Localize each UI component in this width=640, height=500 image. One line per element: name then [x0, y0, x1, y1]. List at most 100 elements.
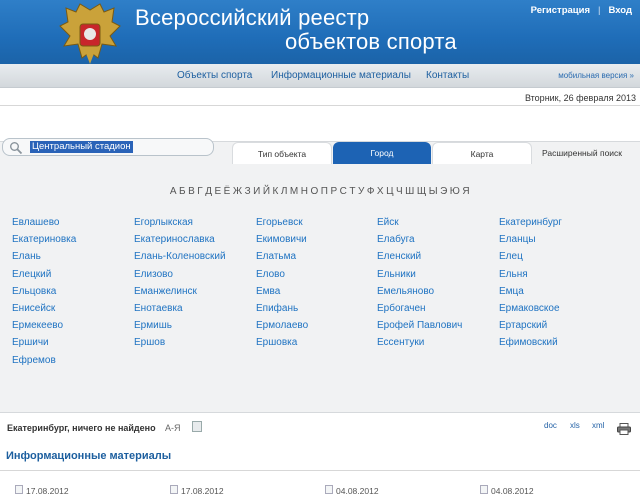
- city-link[interactable]: Елабуга: [377, 234, 415, 245]
- city-link[interactable]: Енисейск: [12, 303, 55, 314]
- city-link[interactable]: Емца: [499, 286, 524, 297]
- city-link[interactable]: Егорьевск: [256, 217, 303, 228]
- mobile-version-link[interactable]: мобильная версия »: [558, 71, 634, 80]
- city-link[interactable]: Ершов: [134, 337, 165, 348]
- city-link[interactable]: Еманжелинск: [134, 286, 197, 297]
- alphabet-letter[interactable]: Ж: [233, 186, 243, 197]
- site-title: Всероссийский реестр объектов спорта: [135, 6, 457, 54]
- export-xls-link[interactable]: xls: [570, 421, 580, 430]
- calendar-icon[interactable]: [192, 421, 202, 432]
- tab-map[interactable]: Карта: [432, 142, 532, 164]
- alphabet-letter[interactable]: П: [321, 186, 329, 197]
- city-link[interactable]: Елизово: [134, 269, 173, 280]
- city-link[interactable]: Елань: [12, 251, 41, 262]
- city-link[interactable]: Елец: [499, 251, 523, 262]
- city-link[interactable]: Елань-Коленовский: [134, 251, 226, 262]
- alphabet-letter[interactable]: К: [273, 186, 279, 197]
- alphabet-letter[interactable]: Л: [281, 186, 288, 197]
- alphabet-letter[interactable]: Т: [349, 186, 356, 197]
- alphabet-letter[interactable]: Ш: [405, 186, 415, 197]
- search-input[interactable]: Центральный стадион: [2, 138, 214, 156]
- alphabet-letter[interactable]: Э: [440, 186, 448, 197]
- alphabet-letter[interactable]: Р: [330, 186, 337, 197]
- city-link[interactable]: Ельцовка: [12, 286, 56, 297]
- alphabet-letter[interactable]: У: [358, 186, 365, 197]
- city-link[interactable]: Ершичи: [12, 337, 49, 348]
- news-date: 17.08.2012: [181, 486, 224, 496]
- city-link[interactable]: Емельяново: [377, 286, 434, 297]
- nav-item-sport-objects[interactable]: Объекты спорта: [177, 70, 252, 81]
- main-nav: Объекты спорта Информационные материалы …: [0, 64, 640, 88]
- city-link[interactable]: Ельня: [499, 269, 528, 280]
- alphabet-letter[interactable]: Е: [214, 186, 221, 197]
- alphabet-letter[interactable]: О: [310, 186, 318, 197]
- sort-az-link[interactable]: А-Я: [165, 423, 181, 433]
- city-link[interactable]: Ефремов: [12, 355, 56, 366]
- printer-icon[interactable]: [617, 423, 631, 435]
- calendar-icon: [170, 485, 178, 494]
- alphabet-letter[interactable]: Х: [377, 186, 384, 197]
- alphabet-letter[interactable]: С: [340, 186, 348, 197]
- tab-advanced-search[interactable]: Расширенный поиск: [532, 142, 632, 164]
- alphabet-filter: АБВГДЕЁЖЗИЙКЛМНОПРСТУФХЦЧШЩЫЭЮЯ: [0, 186, 640, 197]
- alphabet-letter[interactable]: И: [253, 186, 261, 197]
- alphabet-letter[interactable]: А: [170, 186, 177, 197]
- alphabet-letter[interactable]: Ё: [224, 186, 231, 197]
- alphabet-letter[interactable]: Ф: [367, 186, 375, 197]
- alphabet-letter[interactable]: Г: [197, 186, 203, 197]
- city-link[interactable]: Емва: [256, 286, 280, 297]
- city-link[interactable]: Екатеринбург: [499, 217, 562, 228]
- city-link[interactable]: Ельники: [377, 269, 416, 280]
- alphabet-letter[interactable]: Ю: [450, 186, 461, 197]
- city-link[interactable]: Екатеринославка: [134, 234, 215, 245]
- export-xml-link[interactable]: xml: [592, 421, 604, 430]
- city-link[interactable]: Ершовка: [256, 337, 297, 348]
- alphabet-letter[interactable]: Ч: [396, 186, 403, 197]
- city-link[interactable]: Елово: [256, 269, 285, 280]
- city-link[interactable]: Евлашево: [12, 217, 60, 228]
- alphabet-letter[interactable]: Ц: [386, 186, 394, 197]
- city-link[interactable]: Ессентуки: [377, 337, 424, 348]
- register-link[interactable]: Регистрация: [531, 5, 590, 16]
- city-link[interactable]: Екатериновка: [12, 234, 76, 245]
- tab-object-type[interactable]: Тип объекта: [232, 142, 332, 164]
- export-doc-link[interactable]: doc: [544, 421, 557, 430]
- auth-links: Регистрация | Вход: [531, 5, 632, 16]
- alphabet-letter[interactable]: М: [290, 186, 299, 197]
- city-link[interactable]: Еленский: [377, 251, 421, 262]
- city-link[interactable]: Ермишь: [134, 320, 172, 331]
- alphabet-letter[interactable]: Щ: [417, 186, 427, 197]
- city-link[interactable]: Еланцы: [499, 234, 536, 245]
- alphabet-letter[interactable]: Я: [462, 186, 470, 197]
- city-link[interactable]: Елецкий: [12, 269, 51, 280]
- alphabet-letter[interactable]: З: [245, 186, 252, 197]
- city-link[interactable]: Енотаевка: [134, 303, 183, 314]
- alphabet-letter[interactable]: В: [188, 186, 195, 197]
- city-link[interactable]: Ертарский: [499, 320, 547, 331]
- current-date: Вторник, 26 февраля 2013: [524, 93, 636, 103]
- city-link[interactable]: Ермекеево: [12, 320, 63, 331]
- search-value: Центральный стадион: [30, 141, 133, 153]
- divider: [0, 105, 640, 106]
- city-link[interactable]: Елатьма: [256, 251, 296, 262]
- city-link[interactable]: Ермолаево: [256, 320, 308, 331]
- alphabet-letter[interactable]: Д: [205, 186, 212, 197]
- alphabet-letter[interactable]: Й: [263, 186, 271, 197]
- alphabet-letter[interactable]: Б: [179, 186, 186, 197]
- tab-city[interactable]: Город: [333, 142, 431, 164]
- city-link[interactable]: Егорлыкская: [134, 217, 193, 228]
- city-link[interactable]: Ермаковское: [499, 303, 560, 314]
- search-icon[interactable]: [9, 141, 23, 155]
- alphabet-letter[interactable]: Н: [301, 186, 309, 197]
- nav-item-contacts[interactable]: Контакты: [426, 70, 469, 81]
- city-link[interactable]: Ефимовский: [499, 337, 558, 348]
- city-link[interactable]: Епифань: [256, 303, 298, 314]
- nav-item-info-materials[interactable]: Информационные материалы: [271, 70, 411, 81]
- city-link[interactable]: Ейск: [377, 217, 399, 228]
- city-link[interactable]: Ерофей Павлович: [377, 320, 462, 331]
- login-link[interactable]: Вход: [609, 5, 633, 16]
- alphabet-letter[interactable]: Ы: [429, 186, 438, 197]
- city-link[interactable]: Ербогачен: [377, 303, 426, 314]
- city-link[interactable]: Екимовичи: [256, 234, 307, 245]
- page: Всероссийский реестр объектов спорта Рег…: [0, 0, 640, 500]
